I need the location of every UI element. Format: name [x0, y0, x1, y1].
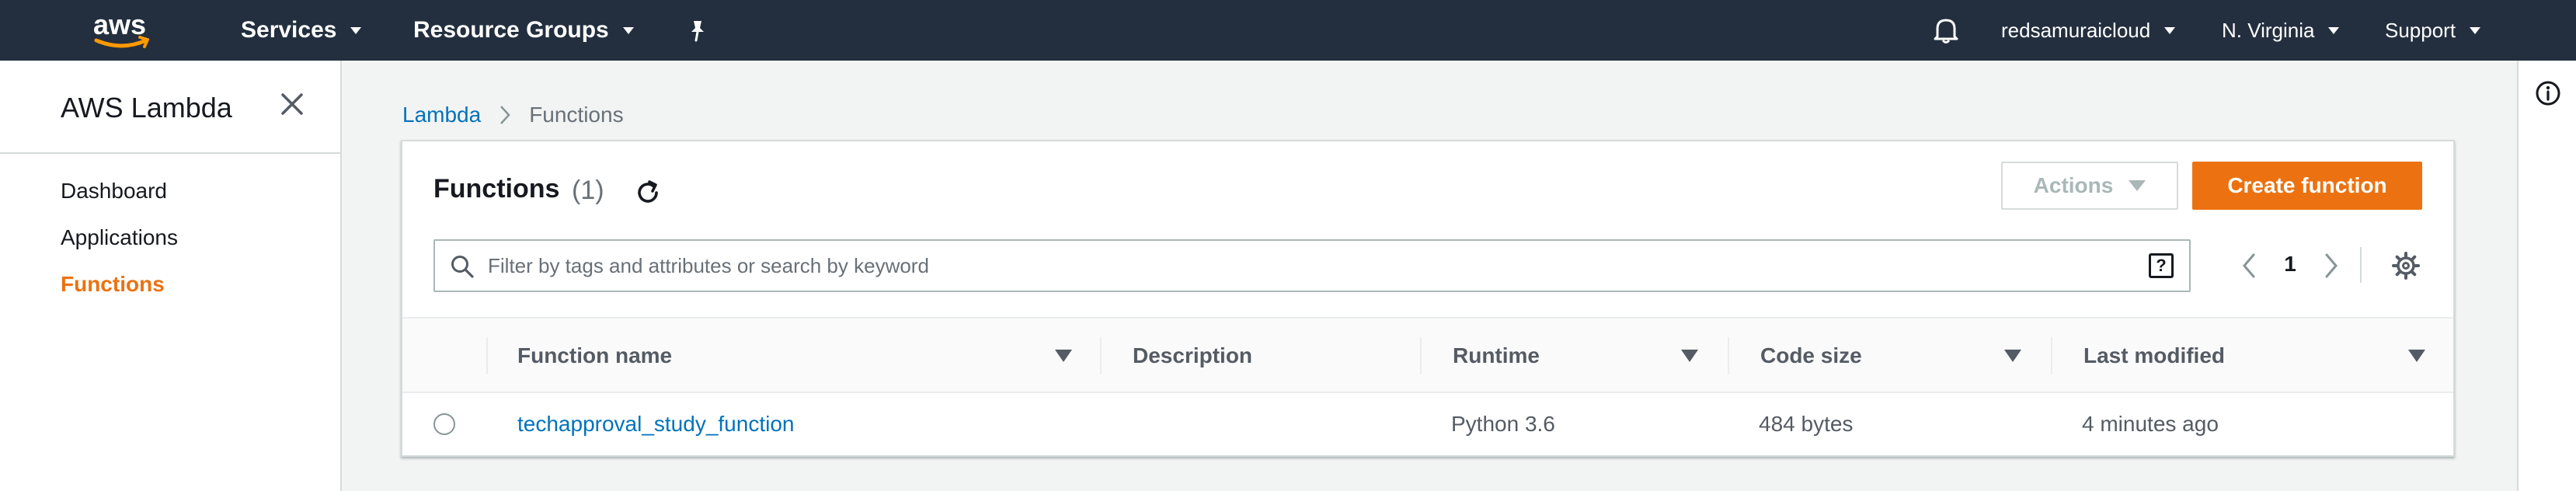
- functions-panel: Functions (1) Actions Create function ? …: [401, 140, 2455, 457]
- support-menu[interactable]: Support: [2385, 0, 2481, 61]
- sidebar-item-applications[interactable]: Applications: [61, 225, 178, 250]
- aws-logo-text: aws: [93, 9, 146, 40]
- breadcrumb: Lambda Functions: [402, 101, 624, 129]
- column-divider: [1728, 337, 1729, 374]
- help-panel-rail: [2517, 61, 2576, 491]
- column-header-runtime[interactable]: Runtime: [1453, 319, 1540, 393]
- column-header-function-name[interactable]: Function name: [517, 319, 672, 393]
- bell-icon[interactable]: [1933, 0, 1959, 61]
- chevron-down-icon: [2164, 26, 2176, 34]
- panel-title: Functions: [433, 174, 560, 204]
- sidebar-divider: [0, 152, 340, 154]
- search-icon: [449, 253, 475, 280]
- function-name-link[interactable]: techapproval_study_function: [517, 393, 794, 455]
- region-menu[interactable]: N. Virginia: [2222, 0, 2340, 61]
- gear-icon[interactable]: [2391, 251, 2421, 280]
- search-box: ?: [433, 239, 2191, 292]
- sort-caret-icon[interactable]: [2004, 350, 2021, 362]
- column-divider: [1420, 337, 1422, 374]
- support-label: Support: [2385, 18, 2456, 42]
- actions-button[interactable]: Actions: [2001, 162, 2178, 210]
- column-header-description: Description: [1133, 343, 1253, 367]
- row-select-radio[interactable]: [433, 413, 455, 435]
- pager-divider: [2360, 247, 2362, 283]
- sidebar-item-dashboard[interactable]: Dashboard: [61, 179, 167, 204]
- resource-groups-label: Resource Groups: [413, 17, 609, 43]
- resource-groups-menu[interactable]: Resource Groups: [413, 0, 634, 61]
- chevron-down-icon: [2470, 26, 2481, 34]
- breadcrumb-functions: Functions: [529, 103, 624, 127]
- actions-label: Actions: [2033, 173, 2114, 197]
- sidebar: AWS Lambda Dashboard Applications Functi…: [0, 61, 342, 491]
- chevron-down-icon: [2328, 26, 2340, 34]
- search-input[interactable]: [488, 241, 2119, 291]
- close-icon[interactable]: [278, 90, 306, 118]
- account-menu[interactable]: redsamuraicloud: [2001, 0, 2176, 61]
- chevron-left-icon[interactable]: [2234, 249, 2265, 283]
- top-navigation-bar: aws Services Resource Groups redsamuraic…: [0, 0, 2576, 61]
- services-menu[interactable]: Services: [241, 0, 362, 61]
- column-divider: [1100, 337, 1102, 374]
- info-icon[interactable]: [2534, 79, 2562, 107]
- page-number[interactable]: 1: [2275, 252, 2306, 277]
- function-code-size: 484 bytes: [1759, 412, 1854, 436]
- sidebar-item-functions[interactable]: Functions: [61, 272, 165, 297]
- aws-logo[interactable]: aws: [90, 6, 158, 53]
- create-function-button[interactable]: Create function: [2192, 162, 2422, 210]
- region-label: N. Virginia: [2222, 18, 2315, 42]
- table-header: Function name Description Runtime Code s…: [402, 317, 2453, 393]
- column-header-last-modified[interactable]: Last modified: [2083, 319, 2225, 393]
- pin-icon[interactable]: [687, 0, 708, 61]
- help-icon[interactable]: ?: [2149, 253, 2174, 278]
- column-divider: [486, 337, 488, 374]
- function-count: (1): [572, 176, 604, 205]
- services-label: Services: [241, 17, 337, 43]
- column-header-code-size[interactable]: Code size: [1760, 319, 1862, 393]
- refresh-icon[interactable]: [632, 177, 663, 208]
- sort-caret-icon[interactable]: [1055, 350, 1072, 362]
- function-last-modified: 4 minutes ago: [2082, 412, 2219, 436]
- chevron-down-icon: [622, 26, 634, 34]
- table-row[interactable]: techapproval_study_function Python 3.6 4…: [402, 393, 2453, 455]
- sidebar-title: AWS Lambda: [61, 92, 232, 124]
- sort-caret-icon[interactable]: [2408, 350, 2425, 362]
- chevron-right-icon: [498, 104, 512, 126]
- account-label: redsamuraicloud: [2001, 18, 2151, 42]
- sort-caret-icon[interactable]: [1681, 350, 1698, 362]
- breadcrumb-lambda[interactable]: Lambda: [402, 103, 481, 127]
- chevron-right-icon[interactable]: [2315, 249, 2346, 283]
- chevron-down-icon: [350, 26, 362, 34]
- function-runtime: Python 3.6: [1451, 412, 1555, 436]
- column-divider: [2051, 337, 2052, 374]
- caret-down-icon: [2129, 180, 2146, 191]
